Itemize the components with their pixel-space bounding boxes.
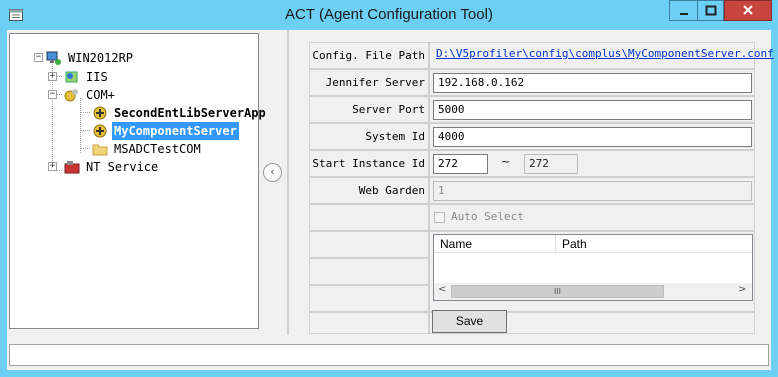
minimize-icon [680, 13, 688, 15]
auto-select-checkbox[interactable] [434, 212, 445, 223]
empty-label [309, 258, 429, 285]
web-garden-label: Web Garden [309, 177, 429, 204]
complus-icon [64, 89, 78, 102]
computer-icon [46, 51, 61, 65]
maximize-icon [705, 5, 717, 16]
component-icon [93, 124, 107, 138]
tree-node-label: NT Service [86, 160, 159, 174]
minimize-button[interactable] [669, 0, 697, 21]
column-header-path[interactable]: Path [556, 235, 752, 253]
tree-view[interactable]: − WIN2012RP + IIS − COM+ SecondEntLibSer… [9, 33, 266, 329]
close-icon [743, 5, 753, 15]
expand-icon[interactable]: + [48, 162, 57, 171]
system-id-cell: 4000 [429, 123, 755, 150]
tree-node-label: SecondEntLibServerApp [114, 106, 266, 120]
auto-select-cell: Auto Select [429, 204, 755, 231]
path-list[interactable]: Name Path < III > [433, 234, 753, 301]
tree-node-label: MSADCTestCOM [114, 142, 201, 156]
start-instance-from-input[interactable]: 272 [433, 154, 488, 174]
tree-node-label: COM+ [86, 88, 115, 102]
system-id-label: System Id [309, 123, 429, 150]
component-icon [93, 106, 107, 120]
scroll-left-icon[interactable]: < [438, 284, 446, 295]
server-port-cell: 5000 [429, 96, 755, 123]
start-instance-to-input: 272 [524, 154, 578, 174]
column-header-name[interactable]: Name [434, 235, 556, 253]
web-garden-cell: 1 [429, 177, 755, 204]
tree-line [80, 130, 90, 131]
system-id-input[interactable]: 4000 [433, 127, 752, 147]
server-port-label: Server Port [309, 96, 429, 123]
nt-service-icon [64, 161, 80, 174]
tree-line [80, 112, 90, 113]
empty-label [309, 204, 429, 231]
client-area: − WIN2012RP + IIS − COM+ SecondEntLibSer… [7, 30, 774, 370]
close-button[interactable] [724, 0, 772, 21]
folder-icon [92, 144, 108, 156]
config-path-cell: D:\V5profiler\config\complus\MyComponent… [429, 42, 774, 69]
iis-icon [65, 71, 78, 83]
horizontal-scrollbar[interactable]: < III > [434, 283, 752, 300]
collapse-icon[interactable]: − [34, 53, 43, 62]
start-instance-cell: 272 ~ 272 [429, 150, 755, 177]
empty-label [309, 312, 429, 334]
window-title: ACT (Agent Configuration Tool) [285, 6, 493, 23]
empty-label [309, 285, 429, 312]
collapse-panel-button[interactable]: ‹ [263, 163, 282, 182]
config-path-label: Config. File Path [309, 42, 429, 69]
empty-label [309, 231, 429, 258]
save-button[interactable]: Save [432, 310, 507, 333]
jennifer-server-label: Jennifer Server [309, 69, 429, 96]
tree-line [80, 148, 90, 149]
scroll-thumb[interactable]: III [451, 285, 664, 298]
web-garden-input: 1 [433, 181, 752, 201]
maximize-button[interactable] [697, 0, 724, 21]
jennifer-server-input[interactable]: 192.168.0.162 [433, 73, 752, 93]
title-bar[interactable]: ACT (Agent Configuration Tool) [0, 0, 778, 30]
app-window: ACT (Agent Configuration Tool) − WIN2012… [0, 0, 778, 377]
chevron-left-icon: ‹ [270, 165, 275, 178]
tree-node-label: WIN2012RP [68, 51, 134, 65]
tree-node-label: IIS [86, 70, 108, 84]
splitter[interactable] [287, 30, 289, 335]
tree-node-label: MyComponentServer [112, 122, 239, 140]
tree-line [80, 98, 81, 153]
scroll-grip: III [553, 287, 562, 296]
scroll-right-icon[interactable]: > [738, 284, 746, 295]
range-separator: ~ [501, 155, 511, 168]
collapse-icon[interactable]: − [48, 90, 57, 99]
expand-icon[interactable]: + [48, 72, 57, 81]
jennifer-server-cell: 192.168.0.162 [429, 69, 755, 96]
config-path-link[interactable]: D:\V5profiler\config\complus\MyComponent… [436, 47, 774, 60]
start-instance-label: Start Instance Id [309, 150, 429, 177]
auto-select-label: Auto Select [451, 210, 524, 223]
server-port-input[interactable]: 5000 [433, 100, 752, 120]
status-bar [9, 344, 769, 366]
